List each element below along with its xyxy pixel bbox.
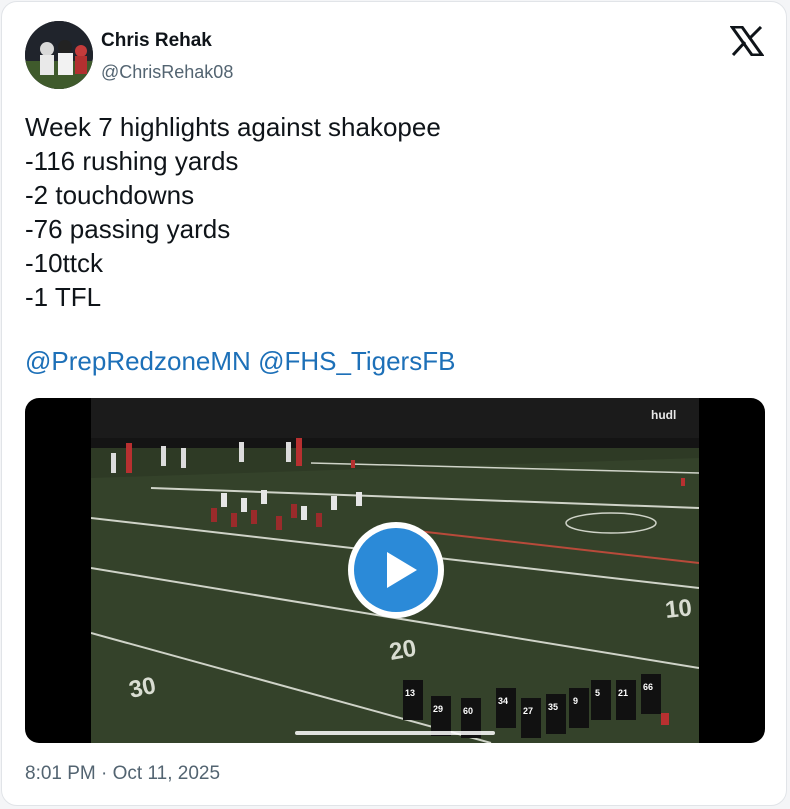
field-number: 10 bbox=[664, 594, 693, 624]
mentions: @PrepRedzoneMN @FHS_TigersFB bbox=[25, 346, 455, 377]
jersey-number: 21 bbox=[618, 688, 628, 698]
jersey-number: 60 bbox=[463, 706, 473, 716]
jersey-number: 13 bbox=[405, 688, 415, 698]
tweet-timestamp[interactable]: 8:01 PM · Oct 11, 2025 bbox=[25, 763, 220, 785]
video-progress-bar[interactable] bbox=[295, 731, 495, 735]
author-handle[interactable]: @ChrisRehak08 bbox=[101, 62, 233, 83]
tweet-card: Chris Rehak @ChrisRehak08 Week 7 highlig… bbox=[1, 1, 787, 806]
tweet-line: -76 passing yards bbox=[25, 214, 231, 244]
jersey-number: 5 bbox=[595, 688, 600, 698]
tweet-line: -1 TFL bbox=[25, 282, 102, 312]
mention-link[interactable]: @PrepRedzoneMN bbox=[25, 346, 251, 376]
avatar-image bbox=[25, 21, 93, 89]
field-number: 30 bbox=[127, 672, 159, 704]
video-player[interactable]: 30 20 10 13 29 60 34 27 35 9 5 21 66 hud… bbox=[25, 398, 765, 743]
play-icon bbox=[354, 528, 438, 612]
jersey-number: 66 bbox=[643, 682, 653, 692]
jersey-number: 9 bbox=[573, 696, 578, 706]
tweet-line: -116 rushing yards bbox=[25, 146, 239, 176]
tweet-line: -2 touchdowns bbox=[25, 180, 195, 210]
avatar[interactable] bbox=[25, 21, 93, 89]
hudl-watermark: hudl bbox=[651, 408, 677, 422]
jersey-number: 34 bbox=[498, 696, 508, 706]
tweet-line: Week 7 highlights against shakopee bbox=[25, 112, 441, 142]
jersey-number: 29 bbox=[433, 704, 443, 714]
x-logo-icon[interactable] bbox=[729, 25, 765, 57]
tweet-text: Week 7 highlights against shakopee -116 … bbox=[25, 110, 765, 314]
jersey-number: 27 bbox=[523, 706, 533, 716]
mention-link[interactable]: @FHS_TigersFB bbox=[258, 346, 455, 376]
field-number: 20 bbox=[387, 635, 418, 666]
jersey-number: 35 bbox=[548, 702, 558, 712]
play-button[interactable] bbox=[348, 522, 444, 618]
tweet-line: -10ttck bbox=[25, 248, 104, 278]
author-name[interactable]: Chris Rehak bbox=[101, 30, 212, 52]
